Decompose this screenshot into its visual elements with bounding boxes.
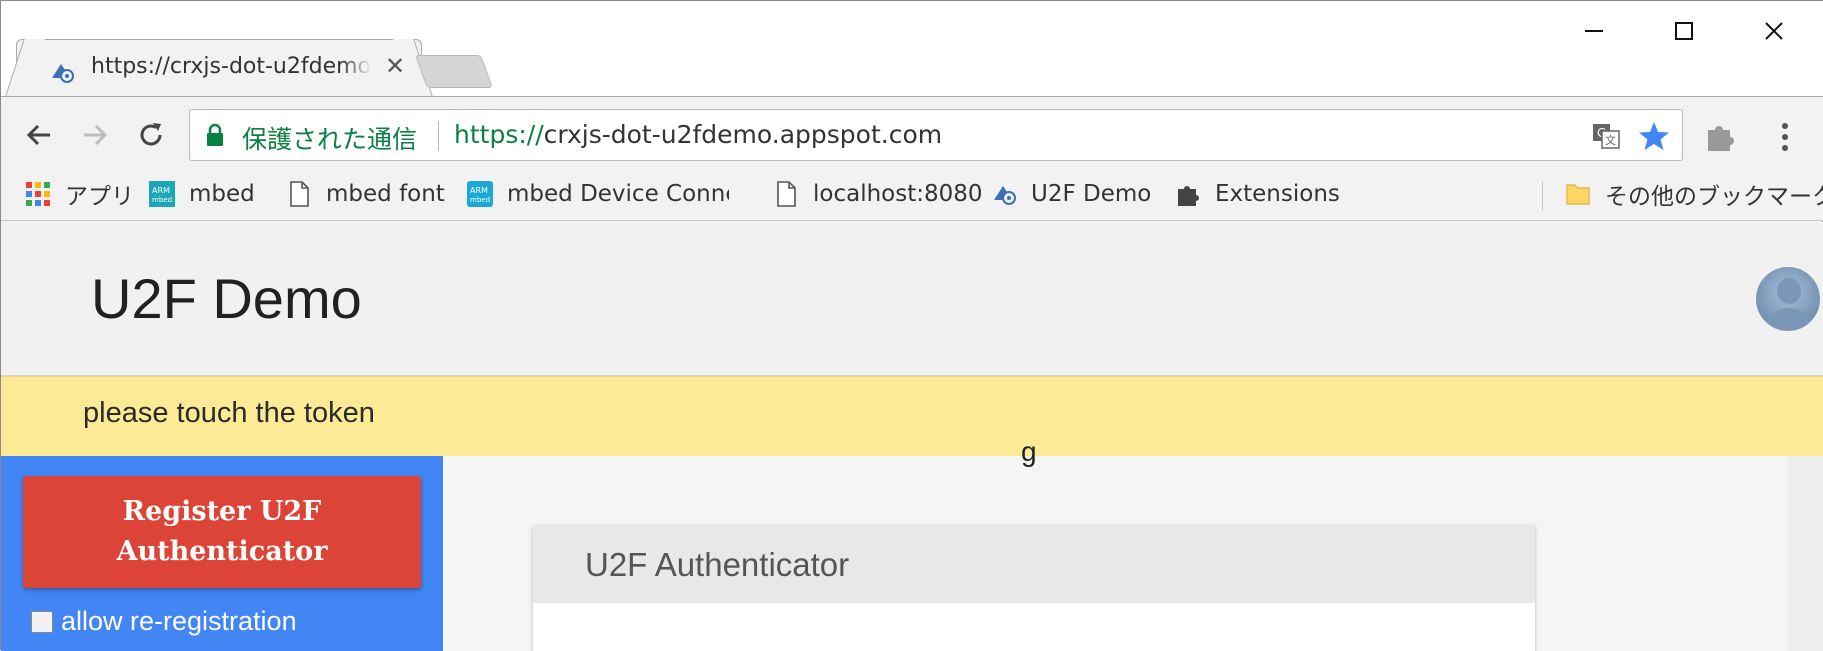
apps-grid-icon: [26, 182, 50, 206]
svg-text:ARM: ARM: [470, 186, 488, 195]
sidebar: Register U2F Authenticator allow re-regi…: [1, 456, 443, 651]
maximize-button[interactable]: [1654, 9, 1714, 53]
status-message: please touch the token: [83, 397, 375, 429]
page-icon: [777, 181, 796, 207]
arm-mbed-icon: ARMmbed: [467, 181, 493, 207]
arrow-right-icon: [84, 124, 108, 146]
reload-icon: [140, 123, 162, 146]
close-button[interactable]: [1744, 9, 1804, 53]
secure-connection-label[interactable]: 保護された通信: [242, 120, 417, 156]
page-icon: [290, 181, 309, 207]
close-icon: [1765, 22, 1783, 40]
register-u2f-button[interactable]: Register U2F Authenticator: [23, 476, 421, 588]
svg-text:ARM: ARM: [152, 186, 170, 195]
status-banner: please touch the token: [1, 376, 1823, 456]
menu-dots-icon[interactable]: [1775, 120, 1795, 154]
arm-mbed-icon: ARMmbed: [149, 181, 175, 207]
puzzle-icon: [1178, 186, 1199, 206]
main-content: g U2F Authenticator: [443, 436, 1788, 651]
browser-toolbar: 保護された通信 https://crxjs-dot-u2fdemo.appspo…: [1, 96, 1823, 171]
tab-u2f-demo[interactable]: https://crxjs-dot-u2fdemo.appspot.com ✕: [16, 39, 422, 97]
url-text[interactable]: https://crxjs-dot-u2fdemo.appspot.com: [454, 120, 942, 149]
bookmark-localhost[interactable]: localhost:8080: [773, 171, 983, 217]
partial-text: g: [1021, 436, 1037, 467]
svg-text:mbed: mbed: [470, 196, 490, 204]
bookmarks-divider: [1542, 181, 1543, 211]
allow-reregistration-label: allow re-registration: [61, 606, 297, 636]
authenticator-card: U2F Authenticator: [533, 526, 1535, 651]
new-tab-button[interactable]: [414, 55, 494, 88]
u2f-demo-icon: [994, 186, 1016, 205]
scrollbar[interactable]: [1788, 456, 1823, 651]
app-header: U2F Demo: [1, 222, 1823, 376]
svg-text:文: 文: [1605, 133, 1616, 147]
bookmark-mbed-device-connector[interactable]: ARM mbed mbed Device Connec: [467, 171, 729, 217]
reload-button[interactable]: [131, 115, 171, 155]
omnibox-divider: [438, 121, 439, 151]
tab-close-icon[interactable]: ✕: [385, 52, 405, 80]
tab-strip: https://crxjs-dot-u2fdemo.appspot.com ✕: [1, 1, 1823, 97]
allow-reregistration-option[interactable]: allow re-registration: [31, 606, 297, 637]
allow-reregistration-checkbox[interactable]: [31, 610, 53, 633]
card-title: U2F Authenticator: [585, 546, 850, 583]
u2f-demo-icon: [52, 64, 74, 83]
forward-button[interactable]: [75, 115, 115, 155]
bookmark-apps[interactable]: アプリ: [25, 171, 134, 217]
bookmarks-bar: アプリ ARM mbed mbed mbed font ARM mbed mbed …: [1, 171, 1823, 221]
puzzle-icon[interactable]: [1703, 120, 1737, 154]
address-bar[interactable]: 保護された通信 https://crxjs-dot-u2fdemo.appspo…: [189, 109, 1683, 161]
svg-text:mbed: mbed: [152, 196, 172, 204]
web-page: U2F Demo please touch the token Register…: [1, 222, 1823, 651]
page-title: U2F Demo: [91, 267, 362, 330]
tab-title: https://crxjs-dot-u2fdemo.appspot.com: [91, 54, 371, 79]
lock-icon: [207, 123, 223, 146]
avatar[interactable]: [1756, 267, 1820, 331]
maximize-icon: [1675, 22, 1693, 40]
bookmark-other-folder[interactable]: その他のブックマーク: [1565, 171, 1823, 217]
folder-icon: [1566, 184, 1590, 205]
back-button[interactable]: [19, 115, 59, 155]
bookmark-mbed-font[interactable]: mbed font: [286, 171, 445, 217]
arrow-left-icon: [26, 124, 50, 146]
minimize-icon: [1585, 30, 1603, 32]
browser-window: https://crxjs-dot-u2fdemo.appspot.com ✕ …: [0, 0, 1823, 651]
bookmark-star-icon[interactable]: [1638, 120, 1670, 152]
card-header: U2F Authenticator: [533, 526, 1535, 603]
bookmark-mbed[interactable]: ARM mbed mbed: [149, 171, 255, 217]
minimize-button[interactable]: [1564, 9, 1624, 53]
bookmark-extensions[interactable]: Extensions: [1175, 171, 1340, 217]
bookmark-u2f-demo[interactable]: U2F Demo: [991, 171, 1151, 217]
translate-icon[interactable]: G文: [1592, 123, 1620, 149]
